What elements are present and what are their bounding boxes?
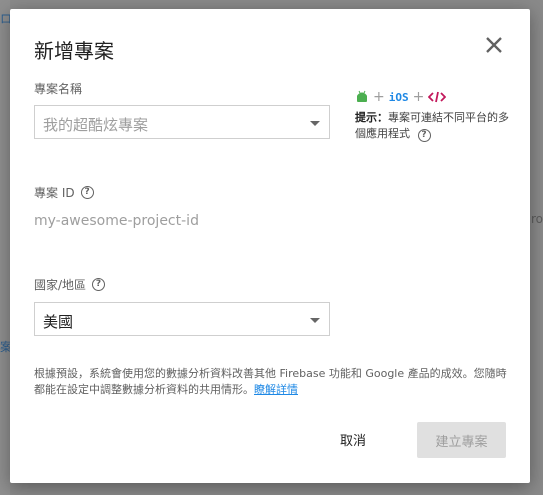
dropdown-arrow-icon[interactable] [310, 121, 320, 126]
plus-icon: + [412, 89, 425, 105]
android-icon [357, 90, 367, 102]
project-id-value: my-awesome-project-id [34, 213, 199, 229]
country-select[interactable]: 美國 [34, 302, 330, 336]
hint-text: 提示：專案可連結不同平台的多個應用程式 ? [355, 110, 510, 142]
platform-icons: + iOS + [355, 89, 447, 105]
add-project-dialog: 新增專案 專案名稱 我的超酷炫專案 + iOS + 提示：專案可連結不同平台的多… [10, 9, 530, 483]
cancel-button[interactable]: 取消 [340, 430, 366, 449]
close-icon[interactable] [480, 31, 508, 59]
help-icon[interactable]: ? [417, 129, 431, 142]
dropdown-arrow-icon[interactable] [310, 318, 320, 323]
hint-label: 提示： [355, 111, 388, 124]
learn-more-link[interactable]: 瞭解詳情 [254, 383, 298, 396]
country-label: 國家/地區 ? [34, 276, 106, 293]
plus-icon: + [373, 89, 385, 105]
project-id-label: 專案 ID ? [34, 184, 94, 201]
project-name-input[interactable]: 我的超酷炫專案 [34, 105, 330, 139]
project-name-label: 專案名稱 [34, 82, 83, 96]
create-project-button[interactable]: 建立專案 [417, 422, 506, 458]
help-icon[interactable]: ? [92, 278, 106, 291]
help-icon[interactable]: ? [80, 186, 94, 199]
background-panel [0, 0, 10, 495]
project-name-placeholder: 我的超酷炫專案 [43, 116, 149, 134]
country-value: 美國 [43, 313, 74, 331]
analytics-notice: 根據預設，系統會使用您的數據分析資料改善其他 Firebase 功能和 Goog… [34, 367, 507, 396]
code-icon [428, 91, 447, 103]
dialog-title: 新增專案 [34, 39, 114, 63]
ios-icon: iOS [388, 90, 409, 104]
